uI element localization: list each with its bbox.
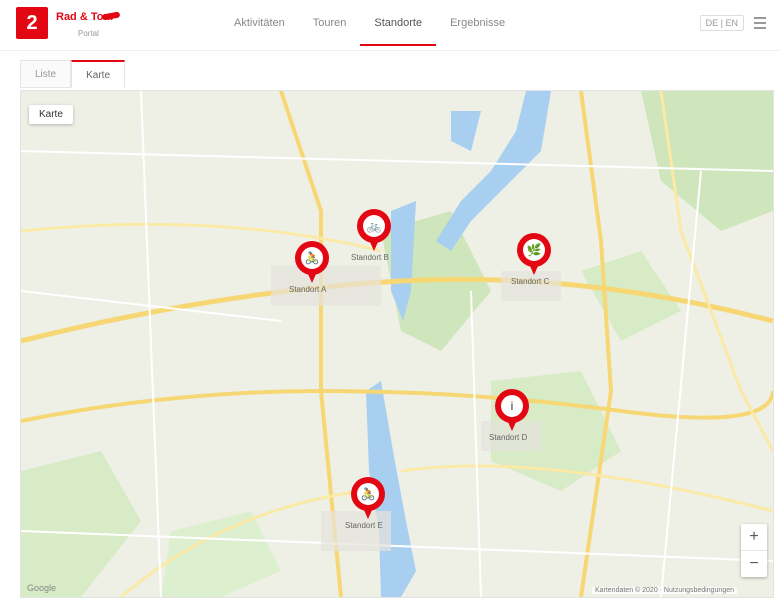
map-attribution[interactable]: Kartendaten © 2020 · Nutzungsbedingungen (591, 587, 737, 594)
nav-item-tours[interactable]: Touren (299, 0, 361, 46)
view-tabs: Liste Karte (20, 60, 126, 88)
zoom-in-button[interactable]: + (741, 524, 767, 550)
zoom-out-button[interactable]: − (741, 551, 767, 577)
leaf-icon: 🌿 (523, 239, 545, 261)
marker-label: Standort C (511, 277, 550, 286)
cyclist-icon: 🚴 (301, 247, 323, 269)
map-marker[interactable]: 🚴 Standort A (289, 241, 329, 294)
cyclist-icon: 🚴 (357, 483, 379, 505)
nav-item-activities[interactable]: Aktivitäten (220, 0, 299, 46)
map-view[interactable]: Karte 🚴 Standort A 🚲 Standort B 🌿 Stando… (20, 90, 774, 598)
header-actions: DE | EN (699, 15, 766, 31)
info-icon: i (501, 395, 523, 417)
google-logo: Google (27, 583, 57, 593)
marker-label: Standort B (351, 253, 389, 262)
language-switcher[interactable]: DE | EN (699, 15, 744, 31)
marker-label: Standort D (489, 433, 528, 442)
zoom-control: + − (741, 524, 767, 577)
tab-list[interactable]: Liste (20, 60, 72, 88)
map-type-button[interactable]: Karte (29, 105, 73, 124)
map-marker[interactable]: 🚴 Standort E (345, 477, 385, 530)
bike-icon: 🚲 (363, 215, 385, 237)
logo-mark: 2 (16, 7, 48, 39)
map-marker[interactable]: i Standort D (489, 389, 529, 442)
nav-item-results[interactable]: Ergebnisse (436, 0, 519, 46)
app-header: 2 Rad & Tour Portal Aktivitäten Touren S… (0, 0, 780, 50)
hamburger-icon[interactable] (754, 17, 766, 29)
map-marker[interactable]: 🌿 Standort C (511, 233, 551, 286)
map-background (21, 91, 773, 597)
main-nav: Aktivitäten Touren Standorte Ergebnisse (220, 0, 519, 46)
map-marker[interactable]: 🚲 Standort B (351, 209, 391, 262)
marker-label: Standort A (289, 285, 327, 294)
nav-item-locations[interactable]: Standorte (360, 0, 437, 46)
tab-map[interactable]: Karte (71, 60, 126, 88)
marker-label: Standort E (345, 521, 383, 530)
brand-logo[interactable]: 2 Rad & Tour Portal (16, 7, 136, 43)
header-divider (0, 50, 780, 51)
logo-subtitle: Portal (78, 29, 99, 38)
